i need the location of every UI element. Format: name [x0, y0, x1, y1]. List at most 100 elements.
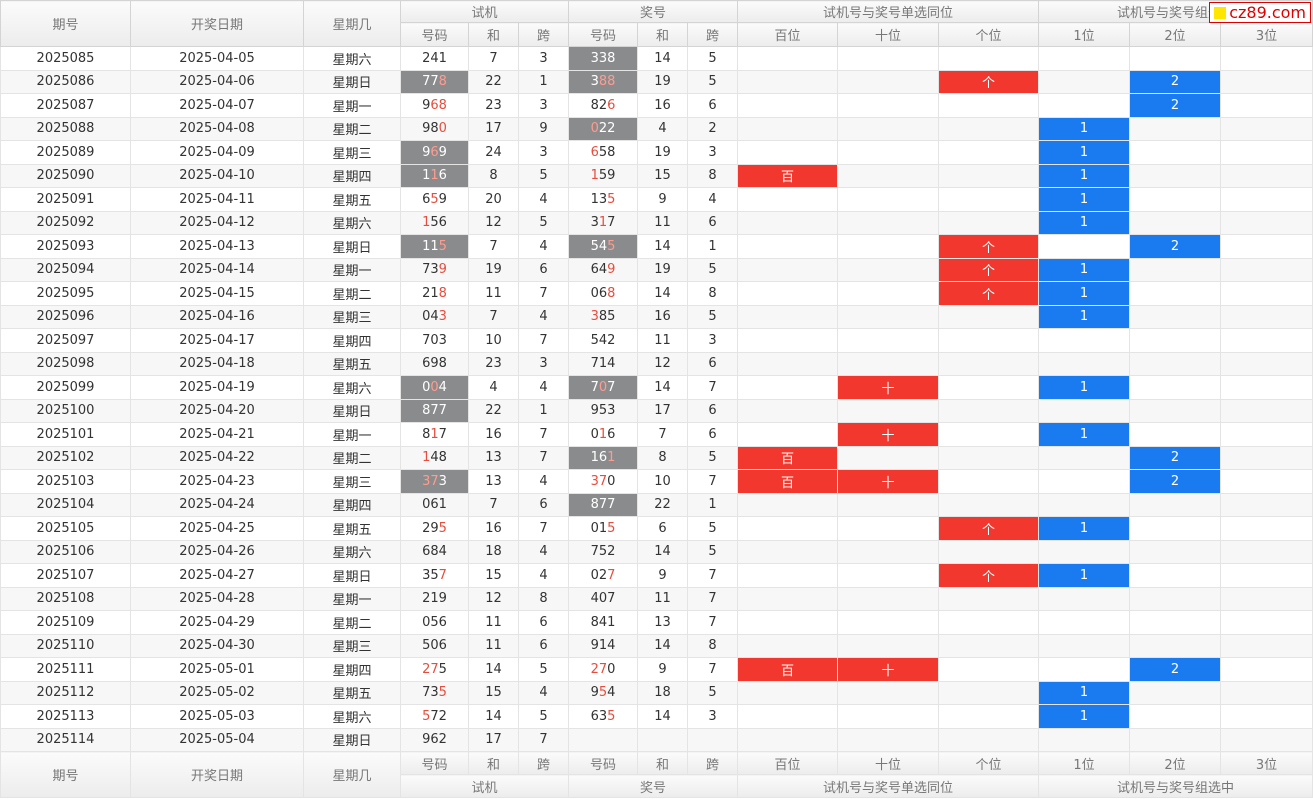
hit-pos1-cell: 1	[1038, 210, 1131, 235]
same-units-cell	[938, 46, 1040, 71]
test-span-cell: 4	[517, 539, 570, 564]
same-hundreds-cell	[737, 492, 839, 517]
prize-code-cell: 388	[568, 69, 639, 94]
prize-code-cell: 752	[568, 539, 639, 564]
code-digit: 0	[590, 426, 599, 442]
hit-pos2-cell	[1129, 680, 1222, 705]
prize-span-cell: 3	[687, 140, 739, 165]
code-digit: 0	[430, 379, 439, 395]
test-sum-cell: 24	[468, 140, 519, 165]
hit-pos3-cell	[1220, 281, 1313, 306]
code-digit: 3	[598, 708, 608, 724]
prize-span-cell: 8	[687, 163, 739, 188]
test-sum-cell: 16	[468, 516, 519, 541]
code-digit: 8	[438, 97, 447, 113]
code-digit: 1	[430, 238, 439, 254]
hit-pos2-cell	[1129, 563, 1222, 588]
test-span-cell: 5	[517, 657, 570, 682]
prize-sum-cell: 10	[637, 469, 689, 494]
code-digit: 5	[430, 567, 439, 583]
period-cell: 2025094	[0, 257, 131, 282]
hit-pos2-cell	[1129, 46, 1222, 71]
prize-sum-cell: 12	[637, 351, 689, 376]
code-digit: 4	[607, 685, 616, 701]
hit-pos1-cell: 1	[1038, 281, 1131, 306]
code-digit: 5	[607, 708, 616, 724]
test-span-cell: 4	[517, 375, 570, 400]
code-digit: 1	[607, 450, 616, 466]
prize-code-cell: 545	[568, 234, 639, 259]
prize-code-cell: 542	[568, 328, 639, 353]
prize-code-cell: 914	[568, 633, 639, 658]
weekday-cell: 星期日	[303, 727, 401, 752]
same-units-cell	[938, 657, 1040, 682]
code-digit: 7	[430, 708, 439, 724]
code-digit: 1	[598, 215, 608, 231]
code-digit: 9	[438, 191, 447, 207]
test-sum-cell: 7	[468, 492, 519, 517]
hit-pos1-cell	[1038, 610, 1131, 635]
test-sum-cell: 11	[468, 281, 519, 306]
table-row: 2025098 2025-04-18 星期五 698 23 3 714 12 6	[0, 351, 1313, 376]
code-digit: 7	[607, 567, 616, 583]
table-row: 2025110 2025-04-30 星期三 506 11 6 914 14 8	[0, 633, 1313, 658]
same-tens-cell	[837, 234, 940, 259]
prize-span-cell: 7	[687, 469, 739, 494]
foot-group-prize: 奖号	[568, 774, 739, 798]
hit-pos2-cell: 2	[1129, 657, 1222, 682]
same-hundreds-cell	[737, 140, 839, 165]
period-cell: 2025114	[0, 727, 131, 752]
hit-pos1-cell	[1038, 46, 1131, 71]
col-date: 开奖日期	[130, 0, 304, 47]
date-cell: 2025-04-23	[130, 469, 304, 494]
code-digit: 3	[590, 473, 599, 489]
same-tens-cell	[837, 116, 940, 141]
weekday-cell: 星期二	[303, 116, 401, 141]
hit-pos3-cell	[1220, 69, 1313, 94]
same-hundreds-cell	[737, 328, 839, 353]
foot-weekday: 星期几	[303, 751, 401, 798]
test-code-cell: 962	[400, 727, 469, 752]
test-sum-cell: 17	[468, 116, 519, 141]
date-cell: 2025-04-29	[130, 610, 304, 635]
code-digit: 4	[598, 238, 608, 254]
hit-pos3-cell	[1220, 539, 1313, 564]
test-span-cell: 8	[517, 586, 570, 611]
table-row: 2025111 2025-05-01 星期四 275 14 5 270 9 7 百十 2	[0, 657, 1313, 682]
prize-code-cell: 649	[568, 257, 639, 282]
code-digit: 0	[438, 121, 447, 137]
code-digit: 5	[430, 191, 439, 207]
test-sum-cell: 11	[468, 633, 519, 658]
period-cell: 2025112	[0, 680, 131, 705]
code-digit: 6	[590, 262, 599, 278]
site-logo[interactable]: cz89.com	[1209, 2, 1311, 23]
prize-span-cell: 3	[687, 328, 739, 353]
table-row: 2025096 2025-04-16 星期三 043 7 4 385 16 5 1	[0, 304, 1313, 329]
code-digit: 7	[607, 379, 616, 395]
prize-span-cell: 7	[687, 610, 739, 635]
prize-sum-cell: 6	[637, 516, 689, 541]
hit-pos2-cell	[1129, 539, 1222, 564]
test-code-cell: 156	[400, 210, 469, 235]
test-sum-cell: 22	[468, 69, 519, 94]
test-span-cell: 6	[517, 610, 570, 635]
same-tens-cell	[837, 210, 940, 235]
code-digit: 0	[598, 379, 608, 395]
hit-pos1-cell: 1	[1038, 704, 1131, 729]
hit-pos3-cell	[1220, 210, 1313, 235]
hit-pos3-cell	[1220, 257, 1313, 282]
code-digit: 6	[430, 97, 439, 113]
test-code-cell: 218	[400, 281, 469, 306]
date-cell: 2025-04-05	[130, 46, 304, 71]
same-hundreds-cell	[737, 69, 839, 94]
period-cell: 2025106	[0, 539, 131, 564]
code-digit: 8	[438, 74, 447, 90]
test-code-cell: 148	[400, 445, 469, 470]
prize-code-cell: 954	[568, 680, 639, 705]
test-sum-cell: 12	[468, 210, 519, 235]
same-hundreds-cell	[737, 46, 839, 71]
hit-pos2-cell: 2	[1129, 93, 1222, 118]
test-code-cell: 703	[400, 328, 469, 353]
prize-span-cell: 7	[687, 563, 739, 588]
same-tens-cell	[837, 187, 940, 212]
